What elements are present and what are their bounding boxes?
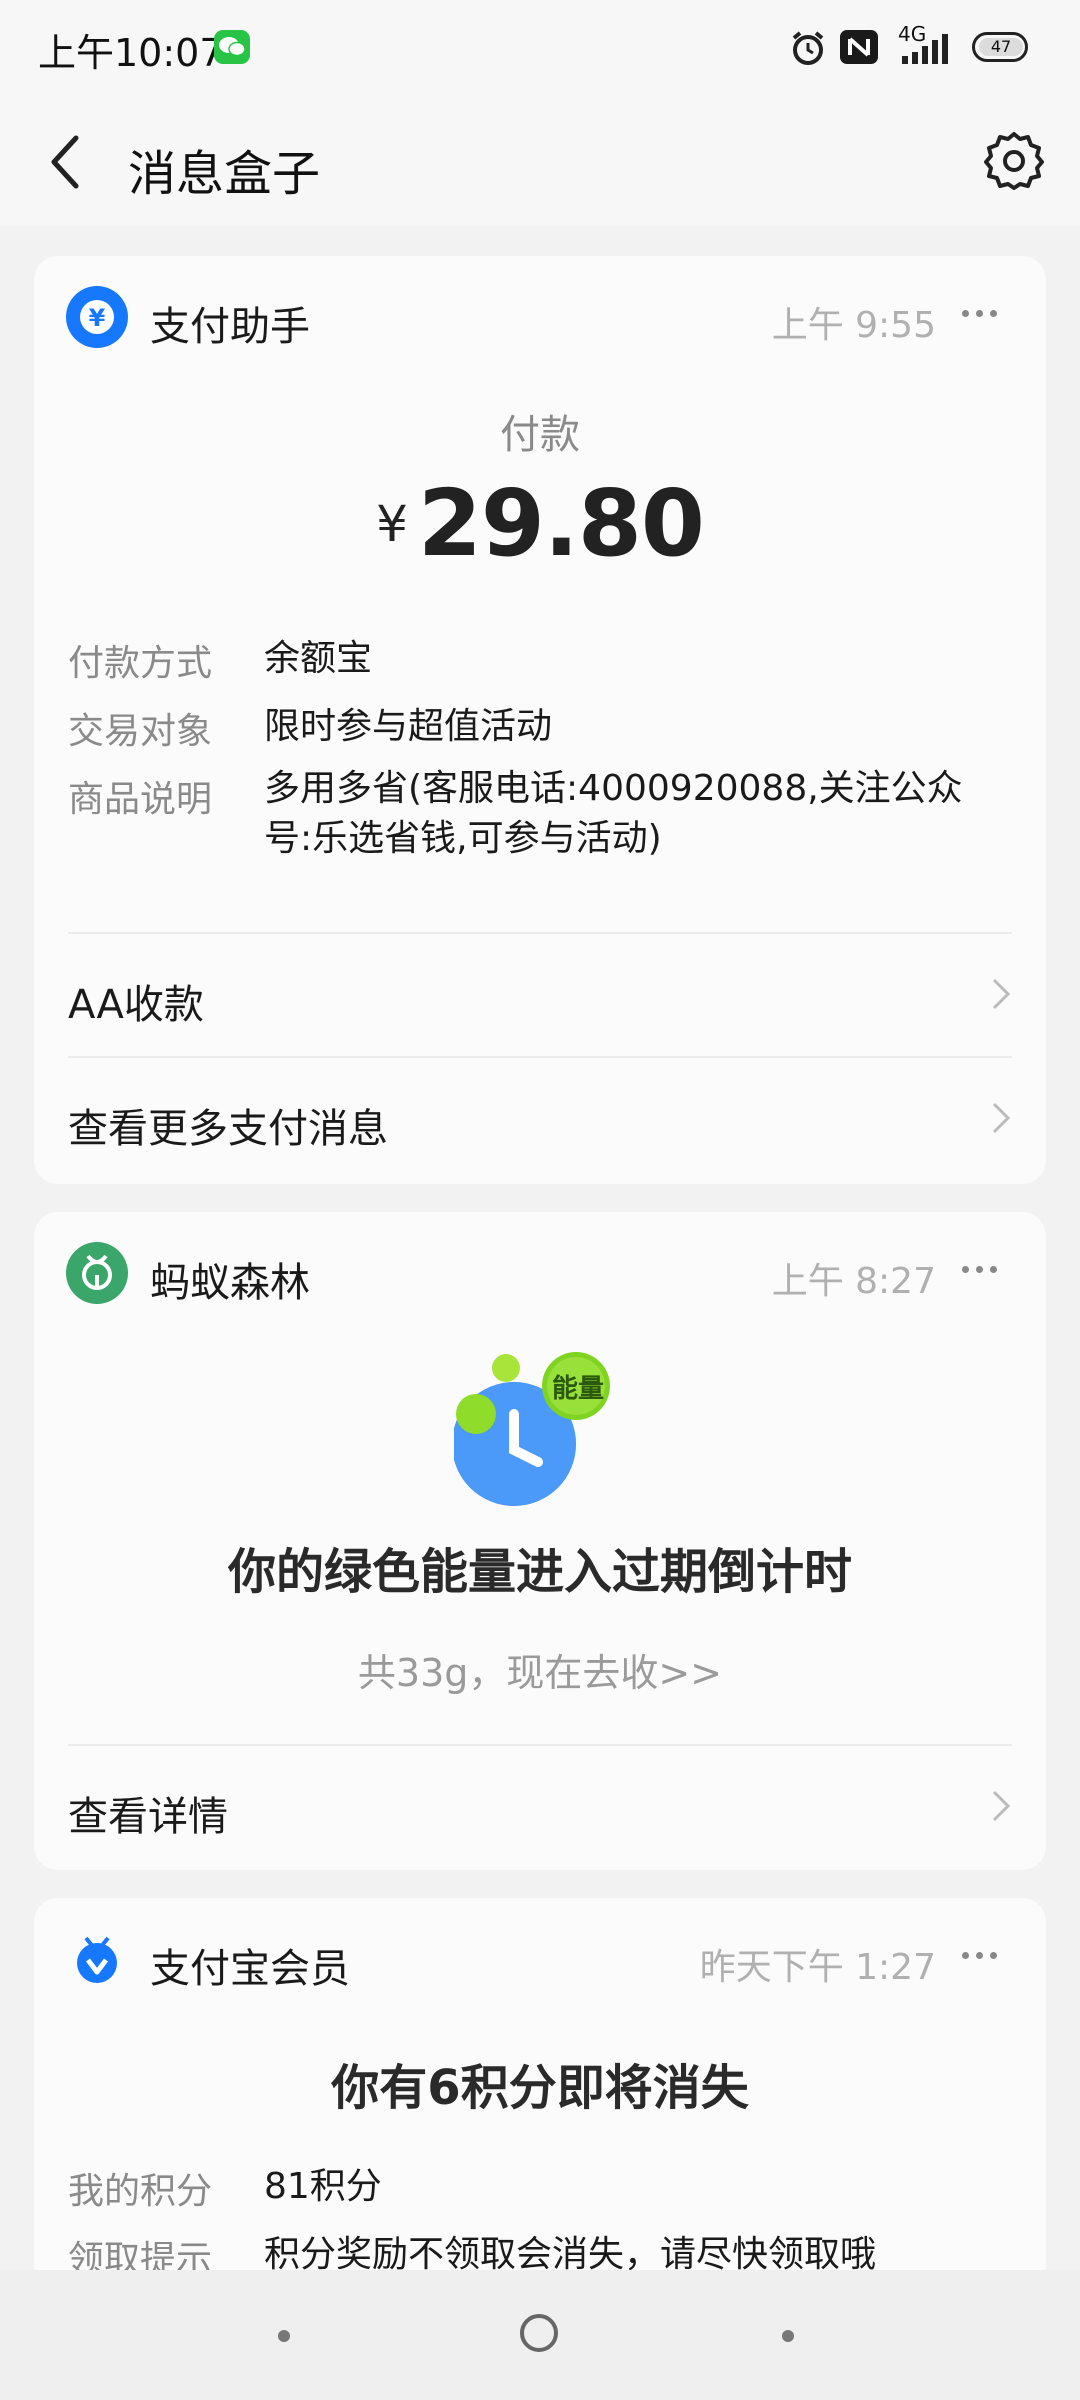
status-time: 上午10:07 <box>38 31 224 75</box>
energy-badge: 能量 <box>551 1374 604 1404</box>
link-label: 查看详情 <box>68 1794 228 1840</box>
aa-collection-link[interactable]: AA收款 <box>34 934 1046 1054</box>
detail-key: 我的积分 <box>68 2171 213 2212</box>
payment-amount: ¥29.80 <box>34 470 1046 577</box>
message-time: 上午 9:55 <box>771 305 936 346</box>
detail-key: 付款方式 <box>68 643 213 684</box>
more-options-icon[interactable] <box>960 304 1000 324</box>
card-header: ¥ 支付助手 上午 9:55 <box>34 256 1046 380</box>
page-title: 消息盒子 <box>128 146 321 202</box>
detail-key: 商品说明 <box>68 779 213 820</box>
view-details-link[interactable]: 查看详情 <box>34 1746 1046 1866</box>
link-label: AA收款 <box>68 982 204 1028</box>
ant-forest-message-card[interactable]: 蚂蚁森林 上午 8:27 能量 你的绿色能量进入过期倒计时 共33g，现在去收>… <box>34 1212 1046 1870</box>
alipay-member-avatar <box>66 1928 128 1990</box>
back-arrow-icon[interactable] <box>44 132 88 192</box>
energy-clock-illustration: 能量 <box>452 1352 634 1512</box>
alarm-icon <box>788 28 828 68</box>
nfc-icon <box>840 30 878 64</box>
link-label: 查看更多支付消息 <box>68 1106 388 1152</box>
detail-value: 81积分 <box>264 2166 382 2207</box>
wechat-notification-icon <box>214 30 250 64</box>
more-options-icon[interactable] <box>960 1260 1000 1280</box>
message-time: 上午 8:27 <box>771 1261 936 1302</box>
chevron-right-icon <box>988 1786 1014 1826</box>
signal-icon <box>896 24 960 68</box>
currency-symbol: ¥ <box>376 494 408 553</box>
nav-back-button[interactable] <box>782 2330 794 2342</box>
nav-home-button[interactable] <box>520 2314 558 2352</box>
message-time: 昨天下午 1:27 <box>699 1947 936 1988</box>
more-payment-messages-link[interactable]: 查看更多支付消息 <box>34 1058 1046 1178</box>
detail-value: 限时参与超值活动 <box>264 706 553 747</box>
app-header: 消息盒子 <box>0 96 1080 226</box>
forest-headline: 你的绿色能量进入过期倒计时 <box>227 1544 852 1600</box>
chevron-right-icon <box>988 1098 1014 1138</box>
battery-level: 47 <box>979 38 1023 56</box>
settings-gear-icon[interactable] <box>984 130 1044 190</box>
alipay-member-message-card[interactable]: 支付宝会员 昨天下午 1:27 你有6积分即将消失 我的积分 81积分 领取提示… <box>34 1898 1046 2318</box>
payment-type-label: 付款 <box>500 412 580 458</box>
detail-key: 交易对象 <box>68 711 213 752</box>
forest-subline[interactable]: 共33g，现在去收>> <box>34 1642 1046 1697</box>
chevron-right-icon <box>988 974 1014 1014</box>
detail-value: 余额宝 <box>264 638 373 679</box>
more-options-icon[interactable] <box>960 1946 1000 1966</box>
battery-icon: 47 <box>972 32 1028 62</box>
app-name: 蚂蚁森林 <box>150 1260 310 1306</box>
payment-message-card[interactable]: ¥ 支付助手 上午 9:55 付款 ¥29.80 付款方式 余额宝 交易对象 限… <box>34 256 1046 1184</box>
app-name: 支付宝会员 <box>150 1946 350 1992</box>
svg-text:¥: ¥ <box>89 304 106 332</box>
card-header: 支付宝会员 昨天下午 1:27 <box>34 1898 1046 2022</box>
ant-forest-avatar <box>66 1242 128 1304</box>
payment-assistant-avatar: ¥ <box>66 286 128 348</box>
detail-value: 多用多省(客服电话:4000920088,关注公众号:乐选省钱,可参与活动) <box>264 768 963 859</box>
member-headline: 你有6积分即将消失 <box>331 2060 749 2116</box>
status-bar: 上午10:07 4G 47 <box>0 0 1080 96</box>
amount-value: 29.80 <box>417 470 705 577</box>
app-name: 支付助手 <box>150 304 310 350</box>
system-navigation-bar <box>0 2270 1080 2400</box>
nav-menu-button[interactable] <box>278 2330 290 2342</box>
card-header: 蚂蚁森林 上午 8:27 <box>34 1212 1046 1336</box>
